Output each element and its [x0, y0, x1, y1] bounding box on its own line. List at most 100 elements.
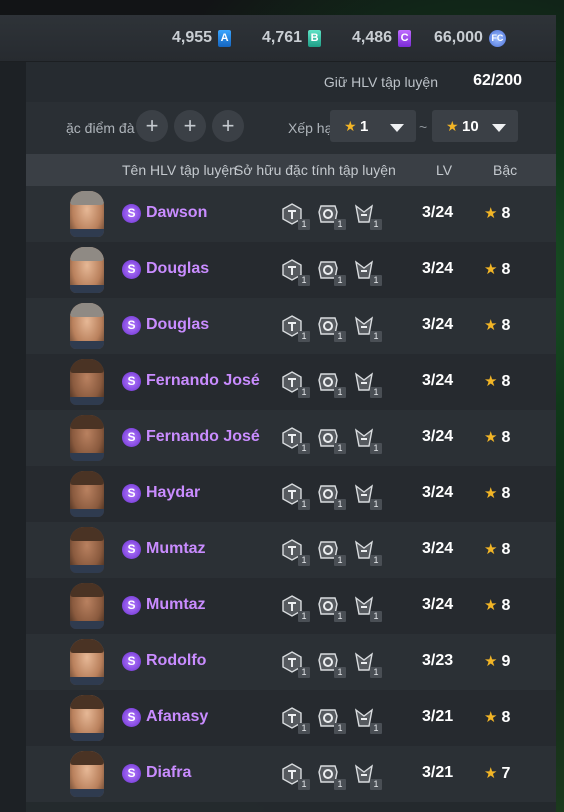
grade-value: 8: [501, 429, 511, 446]
coach-name: Fernando José: [146, 428, 260, 445]
add-trait-filter-button-3[interactable]: +: [212, 110, 244, 142]
coach-grade: ★ 8: [484, 316, 510, 335]
training-trait-icon: 1: [352, 370, 382, 398]
grade-value: 7: [501, 765, 511, 782]
star-icon: ★: [344, 118, 357, 134]
training-trait-icon: 1: [280, 314, 310, 342]
season-badge-icon: S: [122, 540, 141, 559]
coach-avatar: [70, 471, 104, 517]
training-trait-icon: 1: [280, 202, 310, 230]
coach-level: 3/24: [422, 484, 454, 501]
season-badge-icon: S: [122, 428, 141, 447]
grade-value: 8: [501, 317, 511, 334]
star-icon: ★: [484, 317, 498, 334]
star-icon: ★: [484, 709, 498, 726]
training-trait-icon: 1: [352, 426, 382, 454]
training-trait-icon: 1: [316, 594, 346, 622]
training-trait-icon: 1: [280, 258, 310, 286]
table-row[interactable]: S Mumtaz 1 1 1 3/24 ★ 8: [26, 522, 556, 578]
currency-fc: 66,000 FC: [434, 29, 506, 47]
training-trait-icon: 1: [352, 202, 382, 230]
side-panel: [0, 62, 26, 812]
coach-grade: ★ 8: [484, 204, 510, 223]
trait-count: 1: [370, 219, 382, 230]
training-trait-icon: 1: [352, 706, 382, 734]
trait-count: 1: [298, 611, 310, 622]
currency-fc-value: 66,000: [434, 29, 483, 46]
currency-c: 4,486 C: [352, 29, 412, 47]
table-row[interactable]: S Fernando José 1 1 1 3/24 ★ 8: [26, 410, 556, 466]
trait-count: 1: [334, 611, 346, 622]
coach-level: 3/24: [422, 428, 454, 445]
star-icon: ★: [484, 373, 498, 390]
training-trait-icon: 1: [316, 202, 346, 230]
coach-level: 3/24: [422, 204, 454, 221]
training-trait-icon: 1: [352, 762, 382, 790]
trait-count: 1: [370, 723, 382, 734]
training-trait-icon: 1: [280, 482, 310, 510]
add-trait-filter-button-1[interactable]: +: [136, 110, 168, 142]
grade-value: 8: [501, 597, 511, 614]
min-rank-select[interactable]: ★ 1: [330, 110, 416, 142]
coach-grade: ★ 8: [484, 372, 510, 391]
table-row[interactable]: S Haydar 1 1 1 3/24 ★ 8: [26, 466, 556, 522]
table-row[interactable]: S Mumtaz 1 1 1 3/24 ★ 8: [26, 578, 556, 634]
training-trait-icon: 1: [280, 370, 310, 398]
table-row[interactable]: S Douglas 1 1 1 3/24 ★ 8: [26, 242, 556, 298]
table-row[interactable]: S Douglas 1 1 1 3/24 ★ 8: [26, 298, 556, 354]
star-icon: ★: [484, 429, 498, 446]
trait-count: 1: [298, 555, 310, 566]
coach-level: 3/21: [422, 764, 454, 781]
season-badge-icon: S: [122, 596, 141, 615]
plus-icon: +: [145, 113, 159, 138]
trait-count: 1: [370, 611, 382, 622]
coach-name: Afanasy: [146, 708, 209, 725]
grade-value: 8: [501, 373, 511, 390]
table-row[interactable]: S Fernando José 1 1 1 3/24 ★ 8: [26, 354, 556, 410]
trait-icons: 1 1 1: [280, 538, 382, 566]
plus-icon: +: [221, 113, 235, 138]
coach-level: 3/24: [422, 372, 454, 389]
season-badge-icon: S: [122, 484, 141, 503]
star-icon: ★: [484, 205, 498, 222]
training-trait-icon: 1: [280, 650, 310, 678]
season-badge-icon: S: [122, 764, 141, 783]
training-trait-icon: 1: [316, 426, 346, 454]
coach-name: Rodolfo: [146, 652, 207, 669]
coach-avatar: [70, 695, 104, 741]
coach-list: S Dawson 1 1 1 3/24 ★ 8 S Douglas 1 1 1 3/24 ★ 8 S Dougla…: [26, 186, 556, 802]
trait-count: 1: [370, 443, 382, 454]
trait-count: 1: [298, 331, 310, 342]
max-rank-select[interactable]: ★ 10: [432, 110, 518, 142]
currency-a-value: 4,955: [172, 29, 213, 46]
table-row[interactable]: S Dawson 1 1 1 3/24 ★ 8: [26, 186, 556, 242]
training-trait-icon: 1: [316, 706, 346, 734]
c-token-icon: C: [398, 29, 412, 47]
star-icon: ★: [484, 261, 498, 278]
table-row[interactable]: S Diafra 1 1 1 3/21 ★ 7: [26, 746, 556, 802]
coach-avatar: [70, 751, 104, 797]
coach-level: 3/24: [422, 596, 454, 613]
training-trait-icon: 1: [352, 650, 382, 678]
trait-count: 1: [334, 723, 346, 734]
trait-icons: 1 1 1: [280, 706, 382, 734]
training-trait-icon: 1: [280, 538, 310, 566]
star-icon: ★: [484, 541, 498, 558]
coach-name: Fernando José: [146, 372, 260, 389]
coach-name: Haydar: [146, 484, 201, 501]
table-header: Tên HLV tập luyện Sở hữu đặc tính tập lu…: [26, 154, 556, 186]
star-icon: ★: [484, 597, 498, 614]
currency-a: 4,955 A: [172, 29, 232, 47]
training-trait-icon: 1: [280, 706, 310, 734]
table-row[interactable]: S Rodolfo 1 1 1 3/23 ★ 9: [26, 634, 556, 690]
season-badge-icon: S: [122, 316, 141, 335]
trait-count: 1: [298, 499, 310, 510]
coach-name: Douglas: [146, 260, 210, 277]
star-icon: ★: [484, 765, 498, 782]
season-badge-icon: S: [122, 372, 141, 391]
add-trait-filter-button-2[interactable]: +: [174, 110, 206, 142]
coach-avatar: [70, 247, 104, 293]
coach-grade: ★ 8: [484, 484, 510, 503]
table-row[interactable]: S Afanasy 1 1 1 3/21 ★ 8: [26, 690, 556, 746]
trait-count: 1: [370, 667, 382, 678]
